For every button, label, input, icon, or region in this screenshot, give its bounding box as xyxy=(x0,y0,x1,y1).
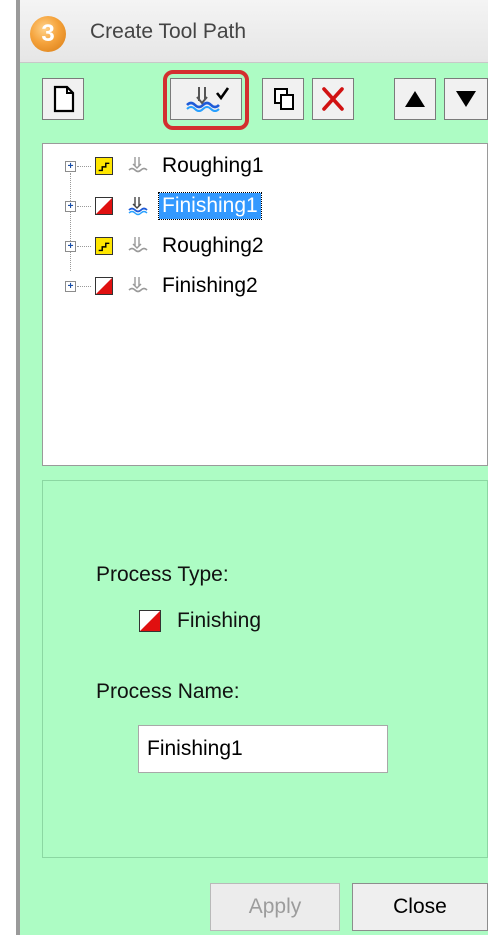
tree-branch-line xyxy=(77,206,91,207)
toolpath-inactive-icon xyxy=(128,237,148,253)
move-up-button[interactable] xyxy=(394,78,436,120)
tree-item-finishing1[interactable]: + Finishing1 xyxy=(43,191,483,221)
delete-icon xyxy=(322,87,344,111)
process-type-label: Process Type: xyxy=(96,563,229,586)
move-up-icon xyxy=(405,91,425,107)
highlight-ring xyxy=(163,70,249,130)
create-tool-path-panel: 3 Create Tool Path + Roughing1 + Finishi… xyxy=(20,0,488,935)
expand-icon[interactable]: + xyxy=(65,281,76,292)
delete-button[interactable] xyxy=(312,78,354,120)
tree-item-roughing1[interactable]: + Roughing1 xyxy=(43,151,483,181)
finishing-type-icon xyxy=(95,197,113,215)
process-tree[interactable]: + Roughing1 + Finishing1 + Roughing2 + F… xyxy=(42,143,488,466)
right-edge xyxy=(488,0,501,935)
apply-button[interactable]: Apply xyxy=(210,883,340,931)
new-document-icon xyxy=(53,85,75,113)
copy-button[interactable] xyxy=(262,78,304,120)
new-button[interactable] xyxy=(42,78,84,120)
close-button[interactable]: Close xyxy=(352,883,488,931)
toolpath-active-icon xyxy=(128,197,148,216)
tree-branch-line xyxy=(77,286,91,287)
tree-branch-line xyxy=(77,166,91,167)
tree-item-finishing2[interactable]: + Finishing2 xyxy=(43,271,483,301)
tree-item-label[interactable]: Roughing2 xyxy=(159,233,267,259)
toolpath-inactive-icon xyxy=(128,157,148,173)
tree-item-label[interactable]: Roughing1 xyxy=(159,153,267,179)
expand-icon[interactable]: + xyxy=(65,201,76,212)
tree-item-roughing2[interactable]: + Roughing2 xyxy=(43,231,483,261)
tree-branch-line xyxy=(77,246,91,247)
title-bar: 3 Create Tool Path xyxy=(20,0,488,63)
finishing-type-icon xyxy=(139,610,161,632)
left-gutter xyxy=(0,0,16,935)
app-logo-icon: 3 xyxy=(30,16,66,52)
move-down-button[interactable] xyxy=(444,78,488,120)
process-name-label: Process Name: xyxy=(96,680,240,703)
finishing-type-icon xyxy=(95,277,113,295)
window-title: Create Tool Path xyxy=(90,20,247,43)
process-name-input[interactable]: Finishing1 xyxy=(138,725,388,773)
properties-group xyxy=(42,480,488,858)
tree-item-label-selected[interactable]: Finishing1 xyxy=(158,192,262,220)
copy-icon xyxy=(274,88,294,110)
roughing-type-icon xyxy=(95,237,113,255)
toolpath-inactive-icon xyxy=(128,277,148,293)
move-down-icon xyxy=(456,91,476,107)
process-type-value: Finishing xyxy=(177,609,262,632)
expand-icon[interactable]: + xyxy=(65,241,76,252)
roughing-type-icon xyxy=(95,157,113,175)
tree-item-label[interactable]: Finishing2 xyxy=(159,273,261,299)
expand-icon[interactable]: + xyxy=(65,161,76,172)
